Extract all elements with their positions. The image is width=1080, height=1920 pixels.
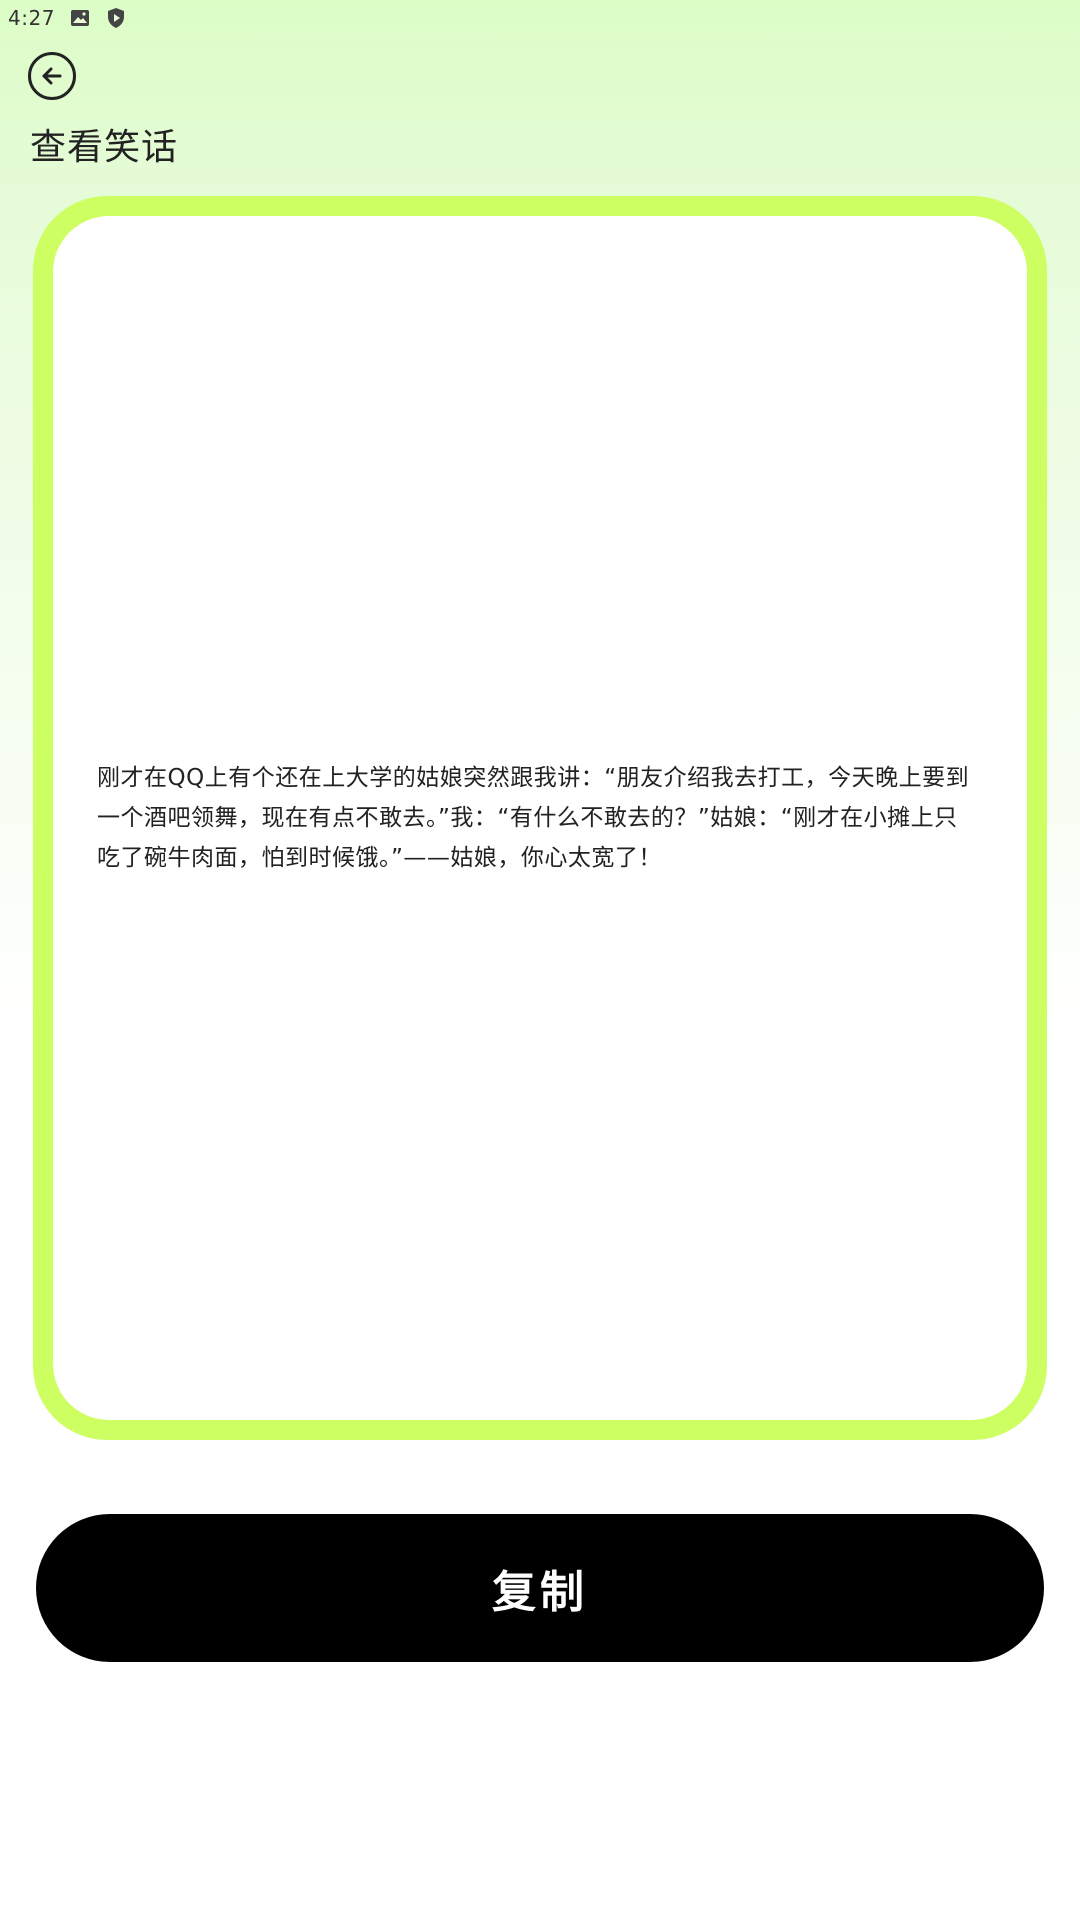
arrow-left-circle-icon bbox=[42, 67, 62, 85]
joke-text: 刚才在QQ上有个还在上大学的姑娘突然跟我讲：“朋友介绍我去打工，今天晚上要到 一… bbox=[97, 765, 970, 871]
shield-play-icon bbox=[105, 7, 127, 29]
status-time: 4:27 bbox=[8, 6, 55, 30]
joke-card: 刚才在QQ上有个还在上大学的姑娘突然跟我讲：“朋友介绍我去打工，今天晚上要到 一… bbox=[33, 196, 1047, 1440]
page-title: 查看笑话 bbox=[30, 127, 179, 168]
back-button[interactable] bbox=[28, 52, 76, 100]
status-bar: 4:27 bbox=[0, 0, 1080, 36]
copy-button[interactable]: 复制 bbox=[36, 1514, 1044, 1662]
joke-card-inner: 刚才在QQ上有个还在上大学的姑娘突然跟我讲：“朋友介绍我去打工，今天晚上要到 一… bbox=[53, 216, 1027, 1420]
copy-button-label: 复制 bbox=[492, 1567, 588, 1618]
image-icon bbox=[69, 7, 91, 29]
